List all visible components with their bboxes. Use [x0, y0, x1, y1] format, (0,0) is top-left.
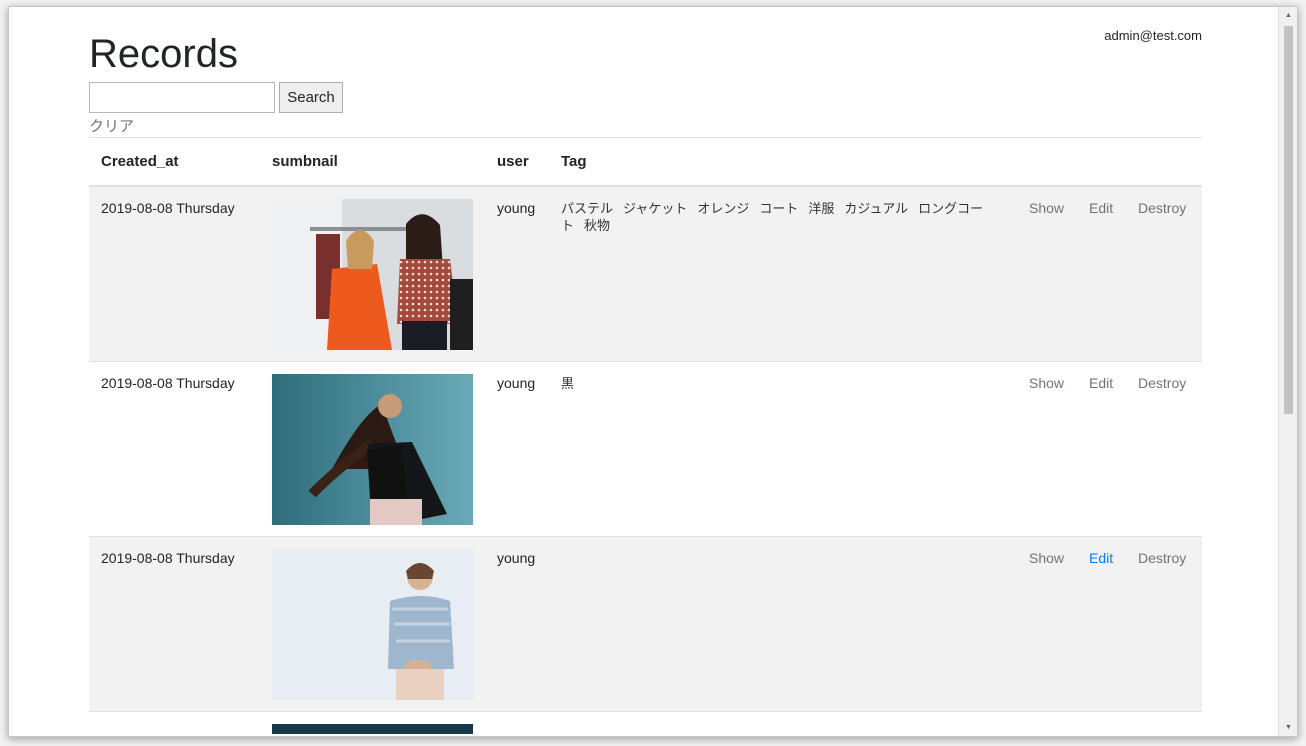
table-row: 2019-08-08 Thursday	[89, 187, 1202, 362]
tag[interactable]: 秋物	[584, 218, 610, 233]
user-cell: young	[497, 375, 536, 391]
main-content: admin@test.com Records Search クリア Create…	[89, 7, 1202, 736]
records-table: Created_at sumbnail user Tag 2019-08-08 …	[89, 137, 1202, 736]
tag[interactable]: 洋服	[808, 201, 834, 216]
search-input[interactable]	[89, 82, 275, 113]
user-email[interactable]: admin@test.com	[1104, 28, 1202, 43]
show-link[interactable]: Show	[1029, 375, 1064, 391]
header-thumbnail: sumbnail	[272, 153, 338, 170]
table-row: 2019-08-08 Thursday young Show Edit Dest…	[89, 537, 1202, 712]
header-created-at: Created_at	[101, 153, 179, 170]
search-button[interactable]: Search	[279, 82, 343, 113]
scroll-down-arrow-icon[interactable]: ▼	[1279, 719, 1297, 736]
destroy-link[interactable]: Destroy	[1138, 550, 1186, 566]
tag[interactable]: パステル	[561, 201, 613, 216]
edit-link[interactable]: Edit	[1089, 550, 1113, 566]
header-user: user	[497, 153, 529, 170]
thumbnail-image	[272, 374, 473, 525]
tag[interactable]: ジャケット	[623, 201, 687, 216]
header-tag: Tag	[561, 153, 587, 170]
show-link[interactable]: Show	[1029, 200, 1064, 216]
table-header: Created_at sumbnail user Tag	[89, 137, 1202, 187]
thumbnail-image	[272, 549, 473, 700]
user-cell: young	[497, 550, 536, 566]
show-link[interactable]: Show	[1029, 550, 1064, 566]
page-title: Records	[89, 32, 238, 76]
thumbnail-image	[272, 724, 473, 734]
created-at-cell: 2019-08-08 Thursday	[101, 550, 235, 566]
thumbnail-image	[272, 199, 473, 350]
user-cell: young	[497, 200, 536, 216]
tag-cell: 黒	[561, 375, 1001, 392]
tag[interactable]: コート	[759, 201, 798, 216]
table-row: 2019-08-08 Thursday	[89, 362, 1202, 537]
table-row	[89, 712, 1202, 736]
tag[interactable]: オレンジ	[697, 201, 749, 216]
tag[interactable]: 黒	[561, 376, 574, 391]
created-at-cell: 2019-08-08 Thursday	[101, 375, 235, 391]
created-at-cell: 2019-08-08 Thursday	[101, 200, 235, 216]
browser-viewport: admin@test.com Records Search クリア Create…	[8, 6, 1298, 737]
vertical-scrollbar[interactable]: ▲ ▼	[1278, 7, 1297, 736]
destroy-link[interactable]: Destroy	[1138, 200, 1186, 216]
scroll-up-arrow-icon[interactable]: ▲	[1279, 7, 1297, 24]
tag-cell: パステル ジャケット オレンジ コート 洋服 カジュアル ロングコート 秋物	[561, 200, 1001, 234]
destroy-link[interactable]: Destroy	[1138, 375, 1186, 391]
tag[interactable]: カジュアル	[844, 201, 908, 216]
scrollbar-thumb[interactable]	[1284, 26, 1293, 414]
edit-link[interactable]: Edit	[1089, 200, 1113, 216]
edit-link[interactable]: Edit	[1089, 375, 1113, 391]
clear-link[interactable]: クリア	[89, 115, 134, 136]
